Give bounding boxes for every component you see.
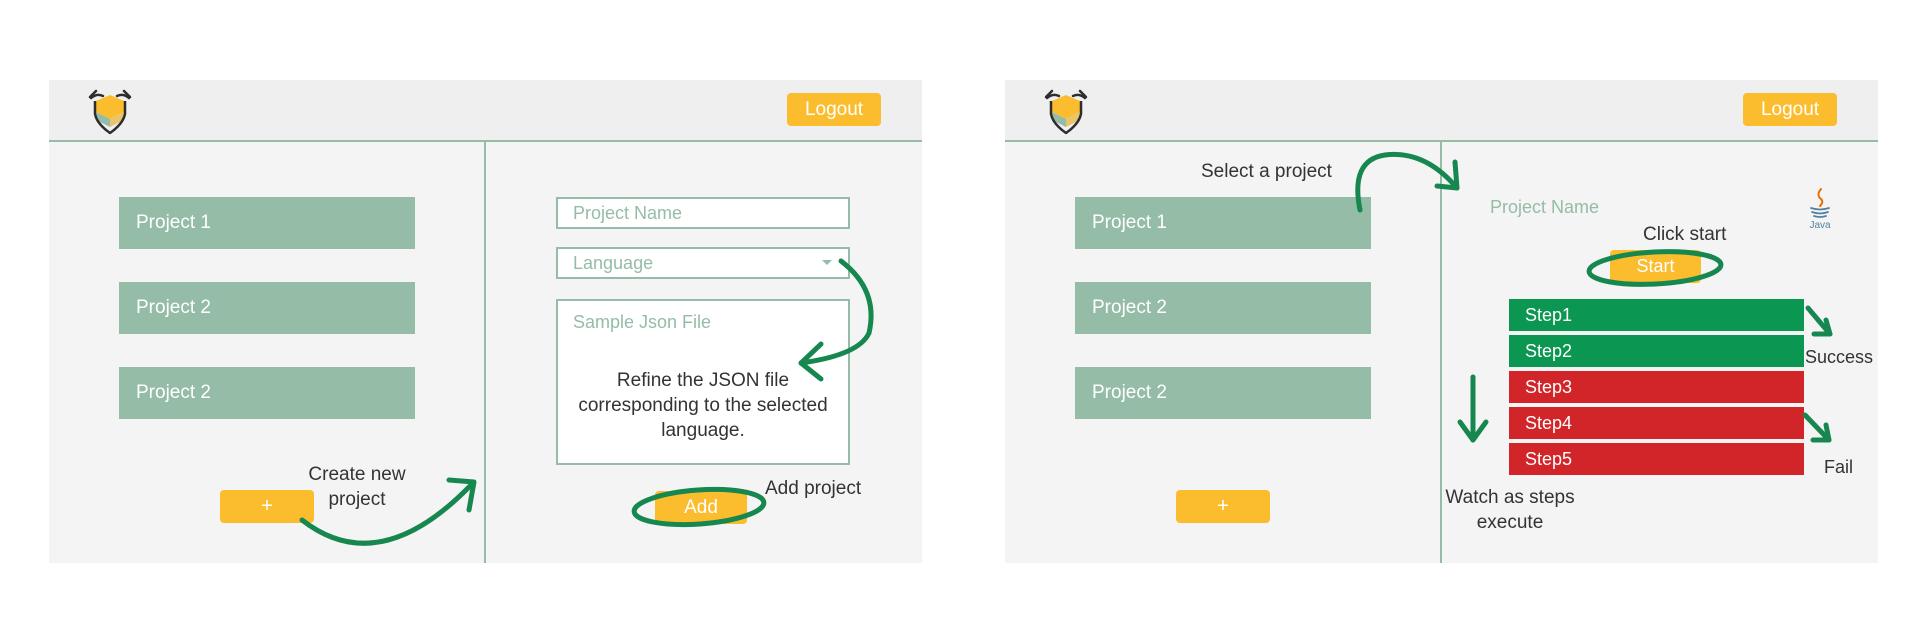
- start-button[interactable]: Start: [1610, 250, 1701, 283]
- curved-arrow-icon: [1810, 422, 1832, 443]
- logout-button[interactable]: Logout: [787, 93, 881, 126]
- java-icon: Java: [1809, 188, 1831, 231]
- project-name-input[interactable]: Project Name: [556, 197, 850, 229]
- select-project-annotation: Select a project: [1201, 161, 1332, 182]
- shield-logo-icon: [88, 89, 132, 135]
- logout-button[interactable]: Logout: [1743, 93, 1837, 126]
- project-item[interactable]: Project 1: [1075, 197, 1371, 249]
- project-item[interactable]: Project 2: [119, 367, 415, 419]
- dropdown-caret-icon: [822, 260, 832, 265]
- add-project-button[interactable]: +: [220, 490, 314, 523]
- curved-arrow-icon: [1802, 412, 1832, 443]
- json-note: Refine the JSON file corresponding to th…: [578, 370, 828, 441]
- curved-arrow-icon: [446, 477, 477, 513]
- click-start-annotation: Click start: [1643, 224, 1727, 245]
- project-item[interactable]: Project 2: [1075, 367, 1371, 419]
- project-item[interactable]: Project 2: [119, 282, 415, 334]
- language-select[interactable]: Language: [556, 247, 850, 279]
- curved-arrow-icon: [1355, 151, 1460, 213]
- create-project-panel: Logout Project 1 Project 2 Project 2 + P…: [49, 80, 922, 563]
- add-project-button[interactable]: +: [1176, 490, 1270, 523]
- step-row-fail: Step5: [1509, 443, 1804, 475]
- language-placeholder: Language: [573, 252, 654, 273]
- project-item[interactable]: Project 1: [119, 197, 415, 249]
- curved-arrow-icon: [1811, 317, 1833, 337]
- step-row-fail: Step4: [1509, 407, 1804, 439]
- json-placeholder: Sample Json File: [573, 312, 712, 332]
- shield-logo-icon: [1044, 89, 1088, 135]
- step-row-fail: Step3: [1509, 371, 1804, 403]
- curved-arrow-icon: [1805, 305, 1833, 337]
- project-name-placeholder: Project Name: [573, 202, 683, 223]
- step-row-success: Step1: [1509, 299, 1804, 331]
- java-label: Java: [1809, 220, 1831, 231]
- json-file-textarea[interactable]: Sample Json File Refine the JSON file co…: [556, 299, 850, 465]
- project-item[interactable]: Project 2: [1075, 282, 1371, 334]
- run-project-panel: Logout Project 1 Project 2 Project 2 + P…: [1005, 80, 1878, 563]
- step-row-success: Step2: [1509, 335, 1804, 367]
- project-name-label: Project Name: [1490, 197, 1600, 217]
- vertical-divider: [484, 142, 486, 563]
- curved-arrow-icon: [1457, 419, 1489, 443]
- add-project-annotation: Add project: [765, 478, 862, 499]
- fail-annotation: Fail: [1824, 457, 1854, 477]
- app-header: Logout: [1005, 80, 1878, 142]
- create-new-project-annotation: Create new project: [308, 464, 406, 510]
- success-annotation: Success: [1805, 347, 1874, 367]
- watch-steps-annotation: Watch as steps execute: [1445, 487, 1575, 533]
- submit-add-button[interactable]: Add: [655, 491, 747, 524]
- app-header: Logout: [49, 80, 922, 142]
